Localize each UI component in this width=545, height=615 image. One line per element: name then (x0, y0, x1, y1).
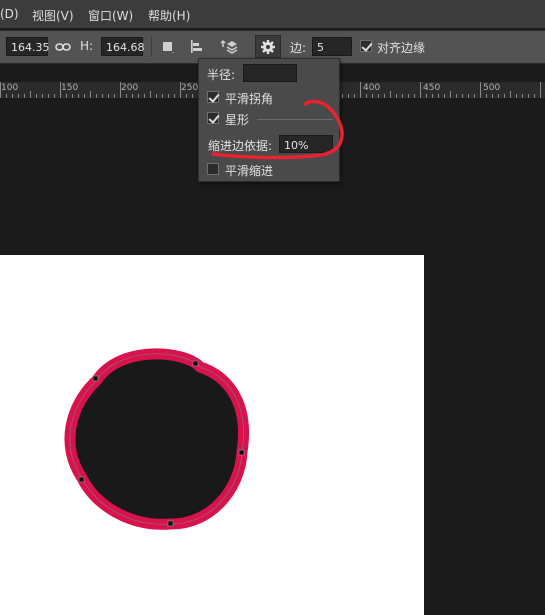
anchor-point[interactable] (238, 449, 245, 456)
indent-label: 缩进边依据: (208, 139, 273, 153)
smooth-indents-label: 平滑缩进 (225, 164, 274, 178)
anchor-point[interactable] (92, 375, 99, 382)
anchor-point[interactable] (78, 476, 85, 483)
anchor-point[interactable] (167, 520, 174, 527)
radius-field[interactable] (243, 64, 297, 82)
star-label: 星形 (225, 113, 250, 127)
smooth-corners-checkbox[interactable] (207, 91, 219, 103)
group-divider (257, 119, 333, 120)
star-checkbox[interactable] (207, 112, 219, 124)
anchor-point[interactable] (192, 360, 199, 367)
radius-label: 半径: (207, 68, 236, 82)
polygon-options-popup: 半径: 平滑拐角 星形 缩进边依据: 10% 平滑缩进 (198, 58, 340, 182)
smooth-indents-checkbox[interactable] (207, 163, 219, 175)
indent-field[interactable]: 10% (279, 135, 333, 153)
smooth-corners-label: 平滑拐角 (225, 92, 274, 106)
